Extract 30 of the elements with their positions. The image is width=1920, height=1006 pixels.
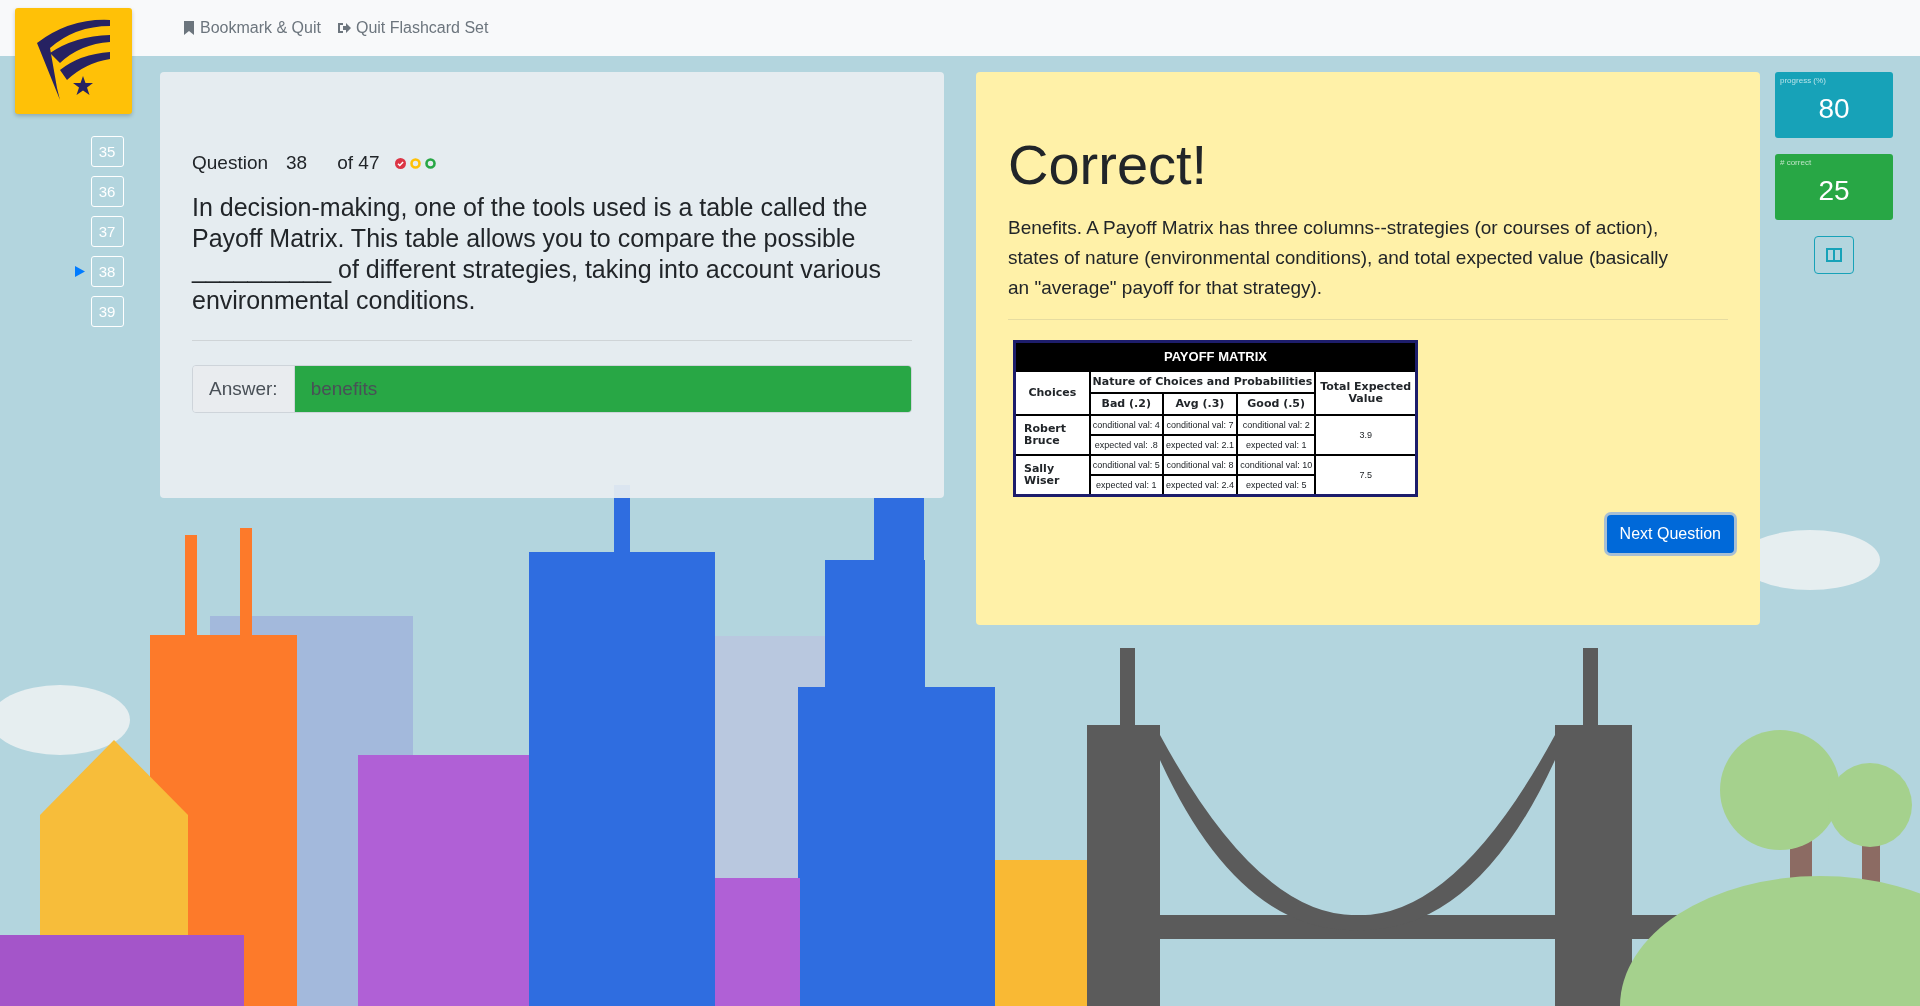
table-header: Nature of Choices and Probabilities	[1089, 371, 1316, 393]
question-number-button[interactable]: 38	[90, 256, 124, 287]
question-number-button[interactable]: 39	[90, 296, 124, 327]
question-number: 38	[286, 152, 308, 174]
question-number-button[interactable]: 37	[90, 216, 124, 247]
table-cell: conditional val: 10	[1237, 455, 1316, 475]
stat-value: 80	[1818, 93, 1850, 125]
table-cell: conditional val: 8	[1162, 455, 1238, 475]
table-cell: conditional val: 4	[1089, 415, 1163, 435]
table-cell: conditional val: 5	[1089, 455, 1163, 475]
explanation-text: Benefits. A Payoff Matrix has three columns--strategies (or courses of action), states of nature (environmental conditions), and total expected value (basically an "average" payoff for that strategy).	[1008, 216, 1670, 300]
stat-label: progress (%)	[1780, 76, 1826, 85]
question-label: Question	[192, 152, 269, 174]
table-cell: conditional val: 7	[1162, 415, 1238, 435]
table-cell: Robert Bruce	[1014, 415, 1090, 455]
table-header: Choices	[1014, 371, 1090, 415]
stat-value: 25	[1818, 175, 1850, 207]
question-number-button[interactable]: 35	[90, 136, 124, 167]
stat-label: # correct	[1780, 158, 1812, 167]
table-cell: conditional val: 2	[1237, 415, 1316, 435]
table-cell: expected val: 2.1	[1162, 435, 1238, 455]
next-question-button[interactable]: Next Question	[1606, 515, 1734, 553]
question-number-button[interactable]: 36	[90, 176, 124, 207]
result-title: Correct!	[1008, 132, 1209, 197]
table-cell: expected val: .8	[1089, 435, 1163, 455]
table-header: Bad (.2)	[1089, 393, 1163, 415]
question-total: of 47	[337, 152, 380, 174]
table-header: Avg (.3)	[1162, 393, 1238, 415]
question-text: In decision-making, one of the tools used is a table called the Payoff Matrix. This table allows you to compare the possible __________ of different strategies, taking into account various environmental conditions.	[192, 192, 882, 316]
table-title: PAYOFF MATRIX	[1014, 341, 1417, 371]
